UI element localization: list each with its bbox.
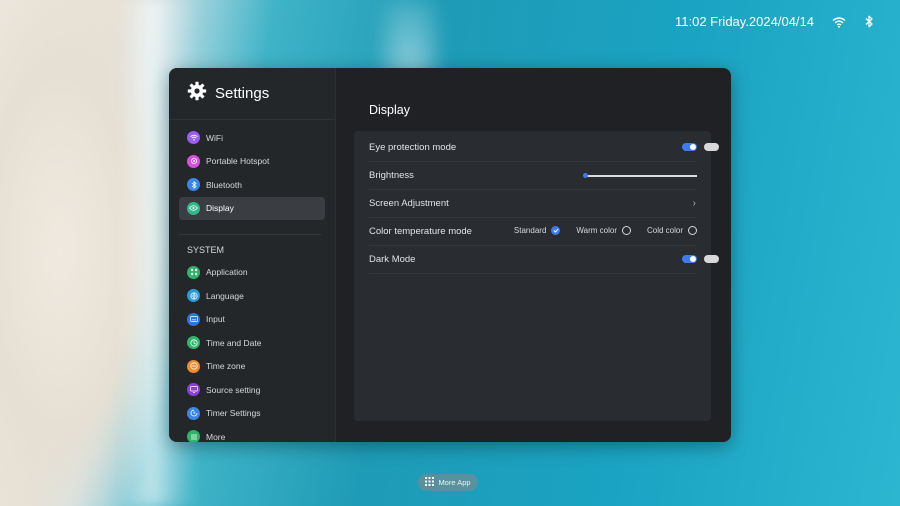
sidebar-item-language[interactable]: Language: [179, 284, 325, 307]
bluetooth-icon: [187, 178, 200, 191]
more-app-button[interactable]: More App: [418, 474, 478, 491]
color-temperature-row: Color temperature mode Standard Warm col…: [369, 218, 697, 246]
chevron-right-icon: ›: [692, 198, 696, 209]
sidebar-item-time-zone[interactable]: Time zone: [179, 355, 325, 378]
brightness-row: Brightness: [369, 162, 697, 190]
sidebar-item-label: Language: [206, 290, 244, 301]
dark-mode-toggle[interactable]: [682, 255, 697, 263]
status-bar: 11:02 Friday.2024/04/14: [675, 14, 874, 29]
radio-option-cold[interactable]: Cold color: [647, 226, 697, 235]
display-settings-pane: Display Eye protection mode Brightness S…: [336, 68, 731, 442]
sidebar-item-label: Timer Settings: [206, 408, 261, 418]
sidebar-item-label: Source setting: [206, 384, 261, 395]
sidebar-item-hotspot[interactable]: Portable Hotspot: [179, 150, 325, 173]
timezone-icon: [187, 359, 200, 373]
sidebar-item-label: Input: [206, 314, 225, 324]
wifi-icon: [187, 131, 200, 144]
grid-icon: [425, 477, 435, 488]
sidebar-item-input[interactable]: Input: [179, 308, 325, 331]
sidebar-item-wifi[interactable]: WiFi: [179, 126, 325, 149]
radio-circle-icon[interactable]: [621, 226, 631, 235]
page-title: Display: [369, 103, 410, 117]
toggle-knob[interactable]: [704, 143, 719, 151]
clock-icon: [187, 336, 200, 349]
sidebar-item-label: Portable Hotspot: [206, 156, 270, 166]
eye-icon: [187, 201, 200, 215]
more-icon: [187, 430, 200, 442]
row-label: Dark Mode: [369, 254, 416, 265]
display-settings-panel: Eye protection mode Brightness Screen Ad…: [354, 131, 719, 421]
radio-option-standard[interactable]: Standard: [513, 226, 561, 235]
sidebar-item-application[interactable]: Application: [179, 261, 325, 284]
toggle-knob[interactable]: [704, 255, 719, 263]
sidebar-item-label: Display: [206, 203, 234, 213]
sidebar-item-label: Application: [206, 267, 248, 277]
radio-circle-icon[interactable]: [688, 226, 697, 235]
globe-icon: [187, 289, 200, 302]
sidebar-item-label: Time and Date: [206, 337, 262, 348]
sidebar-header: Settings: [169, 68, 335, 120]
sidebar-title: Settings: [215, 85, 270, 102]
radio-label: Warm color: [576, 226, 617, 235]
more-app-label: More App: [438, 478, 471, 487]
screen-adjustment-row[interactable]: Screen Adjustment ›: [369, 190, 697, 218]
sidebar-item-label: Time zone: [206, 361, 246, 371]
eye-protection-row[interactable]: Eye protection mode: [369, 134, 719, 162]
sidebar: Settings WiFi Portable Hotspot Bluetooth: [169, 68, 336, 442]
sidebar-divider: [179, 233, 321, 235]
sidebar-item-more[interactable]: More: [179, 425, 325, 442]
settings-window: Settings WiFi Portable Hotspot Bluetooth: [169, 68, 731, 442]
sidebar-item-label: WiFi: [206, 132, 223, 143]
brightness-slider[interactable]: [583, 173, 697, 178]
wifi-icon[interactable]: [832, 16, 846, 28]
source-icon: [187, 383, 200, 396]
bluetooth-icon[interactable]: [864, 15, 874, 28]
dark-mode-row[interactable]: Dark Mode: [369, 246, 719, 274]
slider-handle[interactable]: [583, 173, 588, 178]
sidebar-item-source-setting[interactable]: Source setting: [179, 378, 325, 401]
eye-protection-toggle[interactable]: [682, 143, 697, 151]
sidebar-system-list: Application Language Input Time and Date: [169, 259, 335, 442]
radio-option-warm[interactable]: Warm color: [576, 226, 631, 235]
hotspot-icon: [187, 154, 200, 168]
radio-label: Cold color: [646, 226, 683, 235]
row-label: Screen Adjustment: [369, 198, 449, 209]
sidebar-item-label: More: [206, 431, 226, 442]
sidebar-item-display[interactable]: Display: [179, 196, 325, 220]
timer-icon: [187, 406, 200, 420]
keyboard-icon: [187, 312, 200, 326]
sidebar-item-time-and-date[interactable]: Time and Date: [179, 331, 325, 354]
sidebar-section-title: SYSTEM: [187, 244, 225, 255]
sidebar-item-bluetooth[interactable]: Bluetooth: [179, 173, 325, 196]
checkmark-icon[interactable]: [551, 226, 561, 235]
row-label: Eye protection mode: [369, 142, 457, 153]
sidebar-item-timer-settings[interactable]: Timer Settings: [179, 402, 325, 425]
sidebar-item-label: Bluetooth: [206, 179, 242, 190]
sidebar-network-list: WiFi Portable Hotspot Bluetooth Display: [169, 120, 335, 220]
radio-label: Standard: [513, 226, 547, 235]
color-temperature-options: Standard Warm color Cold color: [514, 226, 697, 235]
gear-icon: [187, 81, 207, 106]
clock: 11:02 Friday.2024/04/14: [674, 14, 814, 29]
apps-icon: [187, 265, 200, 279]
